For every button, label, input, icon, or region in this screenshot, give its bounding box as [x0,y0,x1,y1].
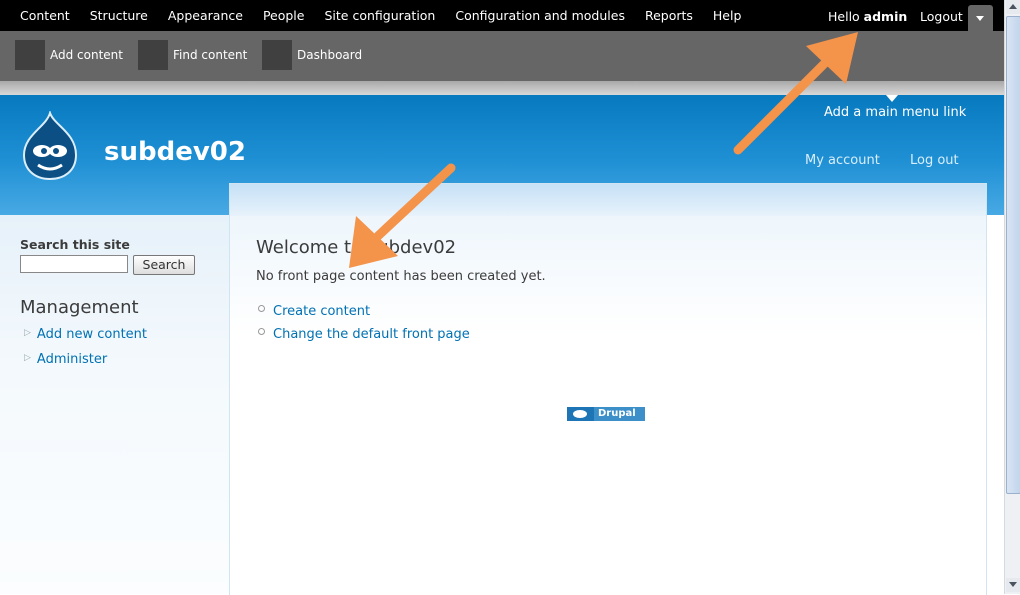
log-out-link[interactable]: Log out [910,153,959,168]
management-title: Management [20,297,139,318]
shortcut-bar: Add content Find content Dashboard [0,31,1004,82]
bullet-icon [258,328,265,335]
search-input[interactable] [20,255,128,273]
logout-link[interactable]: Logout [920,9,963,24]
page-title: Welcome to subdev02 [256,237,457,258]
drupal-drop-icon [567,407,594,421]
shortcut-label: Find content [173,48,248,62]
shortcut-icon [138,40,168,70]
shortcut-icon [262,40,292,70]
shortcut-icon [15,40,45,70]
username-link[interactable]: admin [864,9,908,24]
change-front-page-link[interactable]: Change the default front page [258,327,470,342]
scroll-down-icon[interactable] [1006,578,1020,592]
list-item-label: Change the default front page [273,327,470,342]
sidebar-item-add-new-content[interactable]: ▷ Add new content [24,327,147,342]
sidebar-item-label: Add new content [36,327,147,342]
vertical-scrollbar[interactable] [1004,0,1020,594]
chevron-down-icon[interactable] [968,5,993,31]
hello-user: Hello admin [828,9,907,24]
add-main-menu-link[interactable]: Add a main menu link [824,95,966,120]
my-account-link[interactable]: My account [805,153,880,168]
sidebar-item-label: Administer [36,352,108,367]
admin-menu-structure[interactable]: Structure [80,8,158,23]
shortcut-add-content[interactable]: Add content [15,40,123,70]
admin-menu-configuration-and-modules[interactable]: Configuration and modules [445,8,635,23]
create-content-link[interactable]: Create content [258,304,370,319]
admin-menu-reports[interactable]: Reports [635,8,703,23]
powered-by-drupal-badge[interactable]: Drupal [567,407,647,421]
admin-menu-appearance[interactable]: Appearance [158,8,253,23]
shortcut-find-content[interactable]: Find content [138,40,247,70]
badge-label: Drupal [594,407,645,421]
admin-toolbar: Content Structure Appearance People Site… [0,0,1004,31]
shortcut-dashboard[interactable]: Dashboard [262,40,362,70]
search-button[interactable]: Search [133,255,195,275]
site-name[interactable]: subdev02 [104,137,246,167]
triangle-right-icon: ▷ [24,328,31,338]
no-content-message: No front page content has been created y… [256,269,546,284]
triangle-right-icon: ▷ [24,353,31,363]
toolbar-shadow [0,81,1004,95]
scrollbar-thumb[interactable] [1006,16,1020,494]
hello-prefix: Hello [828,9,864,24]
content-top-band [230,184,986,216]
admin-menu-help[interactable]: Help [703,8,752,23]
shortcut-label: Dashboard [297,48,363,62]
search-title: Search this site [20,237,130,252]
admin-menu-content[interactable]: Content [10,8,80,23]
sidebar: Search this site Search Management ▷ Add … [0,215,230,594]
bullet-icon [258,305,265,312]
shortcut-label: Add content [50,48,123,62]
drupal-drop-logo[interactable] [20,111,86,181]
main-content: Welcome to subdev02 No front page conten… [229,183,987,595]
scroll-up-icon[interactable] [1006,0,1020,14]
admin-menu: Content Structure Appearance People Site… [10,0,751,31]
sidebar-item-administer[interactable]: ▷ Administer [24,352,107,367]
admin-menu-site-configuration[interactable]: Site configuration [314,8,445,23]
admin-menu-people[interactable]: People [253,8,315,23]
list-item-label: Create content [273,304,371,319]
